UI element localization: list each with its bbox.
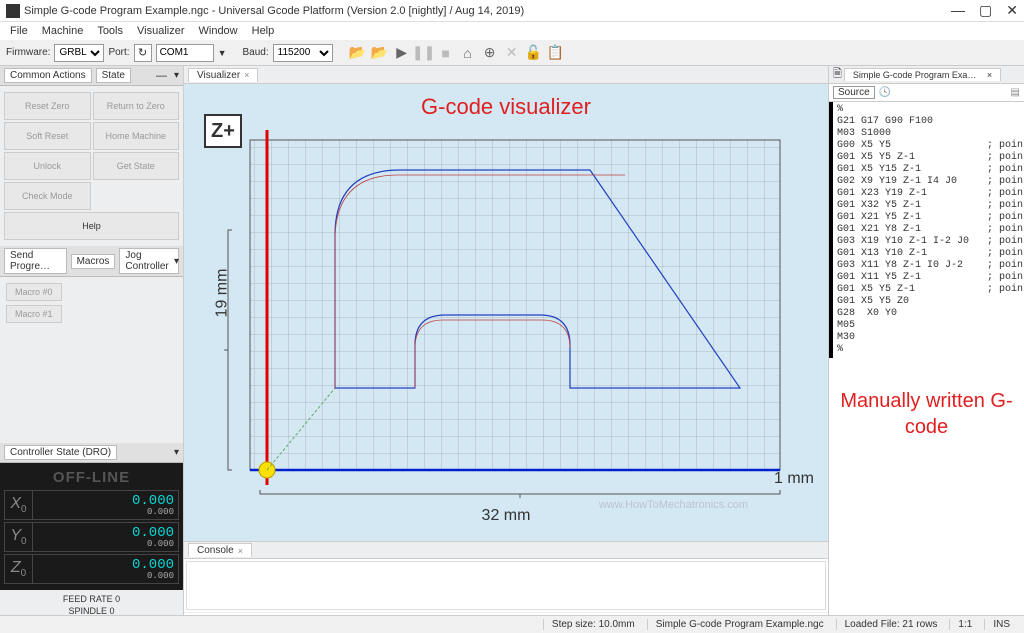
center-panel: Visualizer × G-code visualizer Z+ xyxy=(184,66,828,633)
baud-select[interactable]: 115200 xyxy=(273,44,333,62)
close-button[interactable]: ✕ xyxy=(1006,2,1018,19)
visualizer-canvas[interactable]: G-code visualizer Z+ xyxy=(184,84,828,541)
left-panel: Common Actions State — ▾ Reset Zero Retu… xyxy=(0,66,184,633)
visualizer-tab[interactable]: Visualizer × xyxy=(188,68,258,82)
get-state-button[interactable]: Get State xyxy=(93,152,180,180)
status-ins: INS xyxy=(984,619,1018,630)
firmware-label: Firmware: xyxy=(6,47,50,58)
dro-header: Controller State (DRO) ▾ xyxy=(0,443,183,463)
window-titlebar: Simple G-code Program Example.ngc - Univ… xyxy=(0,0,1024,22)
source-panel: 🗎 Simple G-code Program Example.ngc × So… xyxy=(828,66,1024,633)
port-input[interactable] xyxy=(156,44,214,62)
unlock-icon[interactable]: 🔓 xyxy=(525,44,543,62)
history-icon[interactable]: 🕓 xyxy=(879,87,891,98)
dro-z-label: Z0 xyxy=(5,555,33,583)
dro-panel: OFF-LINE X0 0.0000.000 Y0 0.0000.000 Z0 … xyxy=(0,463,183,590)
help-button[interactable]: Help xyxy=(4,212,179,240)
reset-icon[interactable]: ✕ xyxy=(503,44,521,62)
app-icon xyxy=(6,4,20,18)
macro-1-button[interactable]: Macro #1 xyxy=(6,305,62,323)
source-file-tab[interactable]: Simple G-code Program Example.ngc × xyxy=(844,68,1001,81)
toolbar: Firmware: GRBL Port: ↻ ▼ Baud: 115200 📂 … xyxy=(0,40,1024,66)
menu-window[interactable]: Window xyxy=(193,23,244,39)
return-zero-button[interactable]: Return to Zero xyxy=(93,92,180,120)
menu-visualizer[interactable]: Visualizer xyxy=(131,23,191,39)
watermark: www.HowToMechatronics.com xyxy=(599,499,748,511)
dro-x-label: X0 xyxy=(5,491,33,519)
status-file: Simple G-code Program Example.ngc xyxy=(647,619,832,630)
menu-tools[interactable]: Tools xyxy=(91,23,129,39)
unlock-button[interactable]: Unlock xyxy=(4,152,91,180)
check-mode-button[interactable]: Check Mode xyxy=(4,182,91,210)
annotation-label: Manually written G-code xyxy=(829,358,1024,470)
send-progress-tab[interactable]: Send Progre… xyxy=(4,248,67,274)
visualizer-svg xyxy=(220,130,800,530)
copy-icon[interactable]: 📋 xyxy=(547,44,565,62)
baud-label: Baud: xyxy=(243,47,269,58)
home-icon[interactable]: ⌂ xyxy=(459,44,477,62)
reset-zero-button[interactable]: Reset Zero xyxy=(4,92,91,120)
home-button[interactable]: Home Machine xyxy=(93,122,180,150)
panel-close-icon[interactable]: ▾ xyxy=(174,447,179,458)
x-dimension: 32 mm xyxy=(482,507,531,525)
panel-minimize-icon[interactable]: — xyxy=(156,70,167,82)
status-pos: 1:1 xyxy=(949,619,980,630)
y-dimension: 19 mm xyxy=(213,269,231,318)
menu-file[interactable]: File xyxy=(4,23,34,39)
menu-machine[interactable]: Machine xyxy=(36,23,90,39)
port-dropdown-icon[interactable]: ▼ xyxy=(218,48,227,58)
close-tab-icon[interactable]: × xyxy=(244,70,249,80)
open-file-icon[interactable]: 📂 xyxy=(349,44,367,62)
panel-close-icon[interactable]: ▾ xyxy=(174,70,179,81)
play-icon[interactable]: ▶ xyxy=(393,44,411,62)
dro-y-label: Y0 xyxy=(5,523,33,551)
dro-z-row: Z0 0.0000.000 xyxy=(4,554,179,584)
close-tab-icon[interactable]: × xyxy=(238,546,243,556)
port-label: Port: xyxy=(108,47,129,58)
panel-close-icon[interactable]: ▾ xyxy=(174,256,179,267)
dro-y-row: Y0 0.0000.000 xyxy=(4,522,179,552)
console-tab[interactable]: Console × xyxy=(188,543,252,557)
status-bar: Step size: 10.0mm Simple G-code Program … xyxy=(0,615,1024,633)
jog-tab[interactable]: Jog Controller xyxy=(119,248,179,274)
one-mm-label: 1 mm xyxy=(774,470,814,488)
source-search-icon[interactable]: ▤ xyxy=(1011,87,1020,98)
menu-help[interactable]: Help xyxy=(246,23,281,39)
dro-status: OFF-LINE xyxy=(4,467,179,490)
dro-tab[interactable]: Controller State (DRO) xyxy=(4,445,117,460)
refresh-port-icon[interactable]: ↻ xyxy=(134,44,152,62)
status-rows: Loaded File: 21 rows xyxy=(836,619,946,630)
macros-tab[interactable]: Macros xyxy=(71,254,116,269)
window-title: Simple G-code Program Example.ngc - Univ… xyxy=(24,5,524,17)
file-icon: 🗎 xyxy=(833,65,842,84)
save-file-icon[interactable]: 📂 xyxy=(371,44,389,62)
console-output[interactable] xyxy=(186,561,826,610)
state-tab[interactable]: State xyxy=(96,68,131,83)
visualizer-heading: G-code visualizer xyxy=(421,94,591,120)
macro-0-button[interactable]: Macro #0 xyxy=(6,283,62,301)
maximize-button[interactable]: ▢ xyxy=(979,2,992,19)
stop-icon[interactable]: ■ xyxy=(437,44,455,62)
gcode-source[interactable]: % G21 G17 G90 F100 M03 S1000 G00 X5 Y5 ;… xyxy=(829,102,1024,358)
menubar: File Machine Tools Visualizer Window Hel… xyxy=(0,22,1024,40)
status-step: Step size: 10.0mm xyxy=(543,619,643,630)
minimize-button[interactable]: — xyxy=(951,2,965,19)
soft-reset-button[interactable]: Soft Reset xyxy=(4,122,91,150)
dro-x-row: X0 0.0000.000 xyxy=(4,490,179,520)
pause-icon[interactable]: ❚❚ xyxy=(415,44,433,62)
target-icon[interactable]: ⊕ xyxy=(481,44,499,62)
common-actions-tab[interactable]: Common Actions xyxy=(4,68,92,83)
macros-header: Send Progre… Macros Jog Controller ▾ xyxy=(0,246,183,277)
close-tab-icon[interactable]: × xyxy=(987,70,992,80)
source-view-tab[interactable]: Source xyxy=(833,86,875,99)
common-actions-header: Common Actions State — ▾ xyxy=(0,66,183,86)
firmware-select[interactable]: GRBL xyxy=(54,44,104,62)
feed-rate-label: FEED RATE 0 xyxy=(3,593,180,605)
